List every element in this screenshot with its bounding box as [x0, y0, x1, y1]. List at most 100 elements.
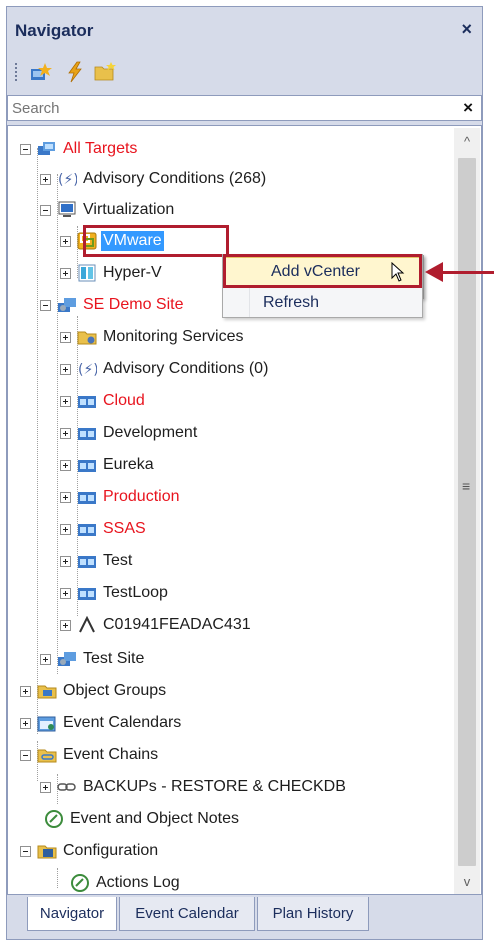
- expand-icon[interactable]: [20, 685, 31, 697]
- tree-label: Actions Log: [96, 874, 180, 891]
- tree-node-object-groups[interactable]: Object Groups: [20, 678, 168, 704]
- annotation-arrow-head: [425, 262, 443, 282]
- toolbar: [7, 55, 482, 89]
- tree-node-development[interactable]: Development: [60, 420, 199, 446]
- tree-label: All Targets: [63, 140, 138, 157]
- tree-label: Development: [103, 424, 198, 441]
- tree-label: Test Site: [83, 650, 145, 667]
- bottom-tabs: Navigator Event Calendar Plan History: [7, 897, 482, 937]
- vertical-scrollbar[interactable]: ^ ≡ v: [454, 128, 480, 894]
- server-group-icon: [78, 460, 96, 472]
- toolbar-grip: [15, 63, 17, 81]
- folder-gear-icon: [77, 331, 97, 345]
- search-clear-icon[interactable]: ×: [463, 98, 473, 118]
- menu-item-refresh[interactable]: Refresh: [263, 294, 319, 312]
- highlight-box-add-vcenter: [223, 254, 422, 288]
- collapse-icon[interactable]: [40, 299, 51, 311]
- close-icon[interactable]: ×: [461, 19, 472, 40]
- expand-icon[interactable]: [40, 653, 51, 665]
- tree-node-event-calendars[interactable]: Event Calendars: [20, 710, 183, 736]
- tab-event-calendar[interactable]: Event Calendar: [119, 897, 255, 931]
- expand-icon[interactable]: [60, 267, 71, 279]
- tree-label: Cloud: [103, 392, 145, 409]
- tree-node-testloop[interactable]: TestLoop: [60, 580, 170, 606]
- scroll-down-icon[interactable]: v: [454, 868, 480, 894]
- targets-icon: [38, 142, 55, 155]
- collapse-icon[interactable]: [20, 749, 31, 761]
- tree-view: All Targets (⚡) Advisory Conditions (268…: [7, 125, 482, 895]
- expand-icon[interactable]: [60, 427, 71, 439]
- annotation-arrow-line: [440, 271, 494, 274]
- lightning-icon[interactable]: [63, 61, 87, 83]
- expand-icon[interactable]: [60, 395, 71, 407]
- tree-node-advisory-conditions[interactable]: (⚡) Advisory Conditions (268): [40, 166, 268, 192]
- expand-icon[interactable]: [40, 173, 51, 185]
- tree-node-hyperv[interactable]: Hyper-V: [60, 260, 164, 286]
- scroll-up-icon[interactable]: ^: [454, 128, 480, 154]
- tree-node-backups[interactable]: BACKUPs - RESTORE & CHECKDB: [40, 774, 348, 800]
- tree-node-ssas[interactable]: SSAS: [60, 516, 148, 542]
- tree-label: Hyper-V: [103, 264, 162, 281]
- server-group-icon: [78, 588, 96, 600]
- search-input[interactable]: [10, 98, 430, 118]
- expand-icon[interactable]: [20, 717, 31, 729]
- scroll-thumb[interactable]: ≡: [458, 158, 476, 866]
- tree-node-cloud[interactable]: Cloud: [60, 388, 147, 414]
- expand-icon[interactable]: [60, 491, 71, 503]
- expand-icon[interactable]: [60, 523, 71, 535]
- tree-node-production[interactable]: Production: [60, 484, 182, 510]
- collapse-icon[interactable]: [40, 204, 51, 216]
- tree-label: Event and Object Notes: [70, 810, 239, 827]
- tree-node-monitoring-services[interactable]: Monitoring Services: [60, 324, 246, 350]
- chain-link-icon: [57, 783, 76, 791]
- tree-node-virtualization[interactable]: Virtualization: [40, 197, 176, 223]
- site-icon: [58, 652, 76, 666]
- highlight-box-vmware: [83, 225, 229, 257]
- search-box: ×: [7, 95, 482, 121]
- tree-node-eureka[interactable]: Eureka: [60, 452, 156, 478]
- object-groups-icon: [37, 685, 57, 699]
- tree-label: Advisory Conditions (268): [83, 170, 267, 187]
- event-chains-icon: [37, 749, 57, 763]
- expand-icon[interactable]: [60, 235, 71, 247]
- tree-label: SSAS: [103, 520, 146, 537]
- expand-icon[interactable]: [60, 459, 71, 471]
- actions-log-icon: [71, 874, 89, 892]
- tree-label: Eureka: [103, 456, 154, 473]
- server-group-icon: [78, 396, 96, 408]
- tree-node-advisory-conditions-site[interactable]: (⚡) Advisory Conditions (0): [60, 356, 270, 382]
- expand-icon[interactable]: [60, 363, 71, 375]
- tree-node-all-targets[interactable]: All Targets: [20, 136, 139, 162]
- tree-node-configuration[interactable]: Configuration: [20, 838, 160, 864]
- site-icon: [58, 298, 76, 312]
- tree-node-event-object-notes[interactable]: Event and Object Notes: [38, 806, 241, 832]
- tree-label: Object Groups: [63, 682, 167, 699]
- tree-label: Event Chains: [63, 746, 159, 763]
- tree-node-actions-log[interactable]: Actions Log: [64, 870, 182, 894]
- tree-node-event-chains[interactable]: Event Chains: [20, 742, 160, 768]
- expand-icon[interactable]: [60, 555, 71, 567]
- tree-node-c01941feadac431[interactable]: C01941FEADAC431: [60, 612, 253, 638]
- expand-icon[interactable]: [60, 331, 71, 343]
- tree-label: Event Calendars: [63, 714, 182, 731]
- tree-node-test-site[interactable]: Test Site: [40, 646, 146, 672]
- tree-node-test[interactable]: Test: [60, 548, 134, 574]
- notes-icon: [45, 810, 63, 828]
- tree-label: Advisory Conditions (0): [103, 360, 269, 377]
- tree-node-se-demo-site[interactable]: SE Demo Site: [40, 292, 185, 318]
- panel-title: Navigator: [15, 21, 94, 40]
- expand-icon[interactable]: [40, 781, 51, 793]
- expand-icon[interactable]: [60, 587, 71, 599]
- monitor-icon: [58, 201, 76, 217]
- expand-icon[interactable]: [60, 619, 71, 631]
- tree-label: SE Demo Site: [83, 296, 184, 313]
- add-target-icon[interactable]: [29, 61, 53, 83]
- collapse-icon[interactable]: [20, 143, 31, 155]
- collapse-icon[interactable]: [20, 845, 31, 857]
- svg-text:(⚡): (⚡): [58, 172, 77, 188]
- tab-navigator[interactable]: Navigator: [27, 897, 117, 931]
- server-group-icon: [78, 428, 96, 440]
- configuration-icon: [37, 845, 57, 859]
- folder-star-icon[interactable]: [93, 61, 117, 83]
- tab-plan-history[interactable]: Plan History: [257, 897, 369, 931]
